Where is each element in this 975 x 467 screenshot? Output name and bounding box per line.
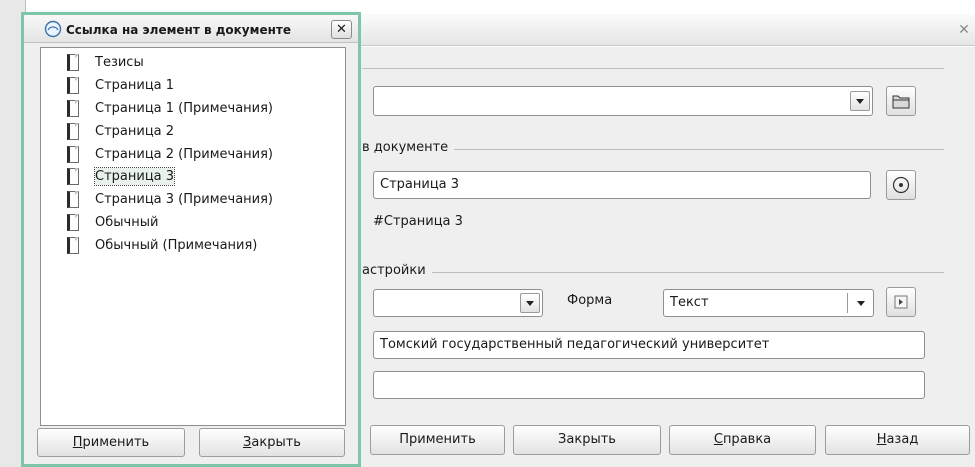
item-label: Страница 1	[95, 78, 175, 93]
item-label: Страница 3	[93, 167, 176, 186]
back-button[interactable]: Назад	[825, 425, 970, 455]
page-icon	[67, 237, 79, 254]
chevron-down-icon	[857, 300, 865, 306]
item-label: Тезисы	[95, 55, 144, 70]
open-file-button[interactable]	[886, 86, 916, 116]
separator	[362, 68, 944, 69]
page-icon	[67, 123, 79, 140]
chevron-down-icon	[856, 98, 864, 104]
url-preview: #Страница 3	[373, 214, 463, 229]
events-button[interactable]	[886, 287, 916, 317]
item-label: Страница 2	[95, 124, 175, 139]
frame-dropdown-button[interactable]	[520, 293, 540, 313]
navigator-close-text-button[interactable]: Закрыть	[199, 428, 345, 457]
frame-combobox[interactable]	[373, 289, 543, 317]
mnemonic: П	[72, 435, 83, 450]
close-label: акрыть	[251, 435, 301, 450]
item-label: Обычный (Примечания)	[95, 238, 258, 253]
navigator-apply-button[interactable]: Применить	[37, 428, 185, 457]
target-icon	[892, 176, 910, 194]
page-icon	[67, 191, 79, 208]
item-label: Обычный	[95, 215, 159, 230]
form-dropdown-button[interactable]	[851, 293, 871, 313]
settings-section-label: астройки	[362, 263, 432, 278]
folder-icon	[892, 95, 910, 109]
help-label: правка	[722, 432, 772, 447]
page-icon	[67, 146, 79, 163]
page-icon	[67, 168, 79, 185]
events-icon	[894, 295, 908, 309]
form-label: Форма	[567, 293, 613, 308]
page-icon	[67, 100, 79, 117]
app-icon	[44, 20, 62, 38]
separator	[847, 293, 848, 313]
close-button[interactable]: Закрыть	[513, 425, 661, 455]
page-icon	[67, 77, 79, 94]
mnemonic: С	[713, 432, 723, 447]
navigator-close-button[interactable]: ✕	[331, 20, 352, 39]
apply-button[interactable]: Применить	[370, 425, 505, 455]
target-in-document-button[interactable]	[886, 170, 916, 200]
item-label: Страница 2 (Примечания)	[95, 147, 274, 162]
path-combobox[interactable]	[373, 86, 873, 116]
target-field[interactable]: Страница 3	[373, 171, 871, 199]
mnemonic: Н	[876, 432, 887, 447]
page-icon	[67, 54, 79, 71]
chevron-down-icon	[526, 300, 534, 306]
path-dropdown-button[interactable]	[850, 91, 870, 111]
name-field[interactable]	[373, 371, 925, 399]
back-label: азад	[886, 432, 919, 447]
text-field[interactable]: Томский государственный педагогический у…	[373, 331, 925, 359]
separator	[362, 272, 944, 273]
apply-label: рименить	[82, 435, 150, 450]
page-icon	[67, 214, 79, 231]
target-section-label: в документе	[362, 140, 455, 155]
navigator-title: Ссылка на элемент в документе	[66, 23, 291, 37]
navigator-list[interactable]: Тезисы Страница 1 Страница 1 (Примечания…	[40, 47, 346, 426]
dialog-close-icon[interactable]: ✕	[955, 20, 973, 40]
form-value: Текст	[670, 295, 709, 310]
close-icon: ✕	[336, 22, 347, 37]
item-label: Страница 3 (Примечания)	[95, 192, 274, 207]
help-button[interactable]: Справка	[669, 425, 816, 455]
form-combobox[interactable]: Текст	[663, 289, 874, 317]
item-label: Страница 1 (Примечания)	[95, 101, 274, 116]
